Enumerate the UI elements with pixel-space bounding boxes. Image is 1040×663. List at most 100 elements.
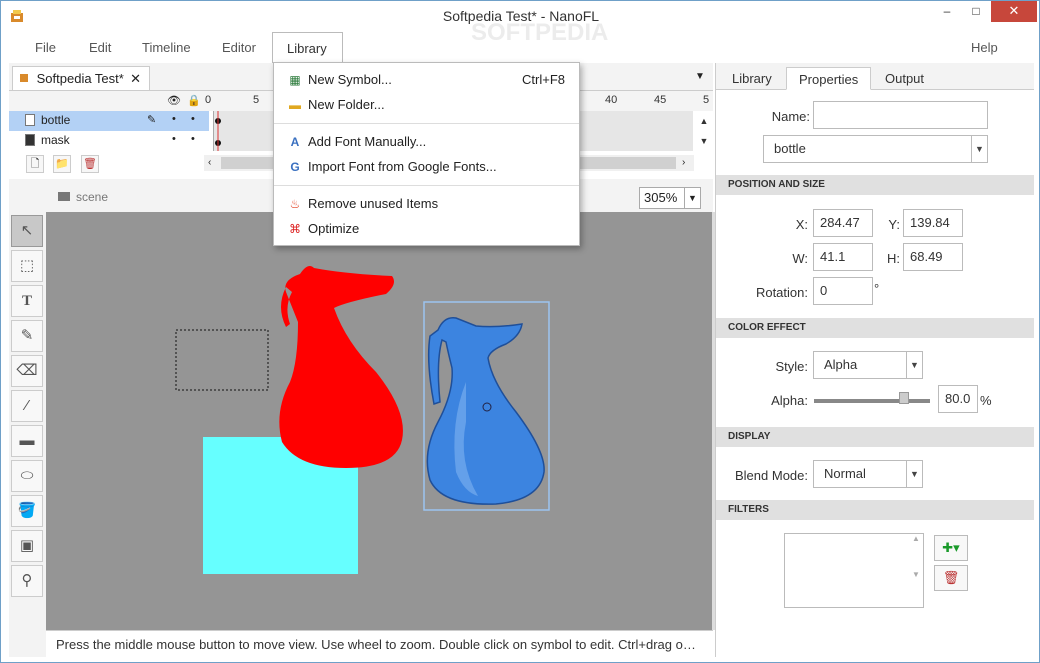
properties-panel: Library Properties Output Name: bottle ▼ … bbox=[715, 63, 1034, 657]
scroll-left-icon[interactable]: ‹ bbox=[208, 155, 211, 171]
menu-separator bbox=[274, 123, 579, 124]
menu-item-new-symbol[interactable]: ▦ New Symbol... Ctrl+F8 bbox=[274, 69, 579, 94]
menu-item-optimize[interactable]: ⌘ Optimize bbox=[274, 218, 579, 243]
menu-item-label: Add Font Manually... bbox=[308, 134, 427, 149]
mask-layer-icon bbox=[25, 134, 35, 146]
menu-timeline[interactable]: Timeline bbox=[128, 32, 205, 63]
pencil-icon[interactable]: ✎ bbox=[147, 113, 156, 126]
delete-filter-icon[interactable]: 🗑 bbox=[934, 565, 968, 591]
filters-scroll[interactable]: ▲ ▼ bbox=[909, 534, 923, 607]
chevron-down-icon: ▼ bbox=[906, 352, 922, 378]
close-tab-icon[interactable]: ✕ bbox=[130, 71, 141, 87]
style-select[interactable]: Alpha ▼ bbox=[813, 351, 923, 379]
panel-tabs: Library Properties Output bbox=[716, 63, 1034, 90]
film-icon: ▦ bbox=[289, 73, 301, 87]
text-tool-icon[interactable]: T bbox=[11, 285, 43, 317]
percent-label: % bbox=[980, 393, 992, 408]
h-label: H: bbox=[887, 251, 900, 266]
google-icon: G bbox=[290, 160, 300, 174]
menu-library[interactable]: Library bbox=[272, 32, 343, 63]
menu-item-shortcut: Ctrl+F8 bbox=[522, 72, 565, 87]
visibility-dot[interactable]: • bbox=[172, 113, 176, 125]
chevron-down-icon: ▼ bbox=[906, 461, 922, 487]
tab-library[interactable]: Library bbox=[720, 67, 784, 90]
h-input[interactable]: 68.49 bbox=[903, 243, 963, 271]
fill-tool-icon[interactable]: 🪣 bbox=[11, 495, 43, 527]
alpha-input[interactable]: 80.0 bbox=[938, 385, 978, 413]
eye-icon[interactable]: 👁 bbox=[167, 94, 181, 107]
dotted-selection-rect bbox=[175, 329, 269, 391]
style-label: Style: bbox=[775, 359, 808, 374]
x-input[interactable]: 284.47 bbox=[813, 209, 873, 237]
y-input[interactable]: 139.84 bbox=[903, 209, 963, 237]
alpha-slider-knob[interactable] bbox=[899, 392, 909, 404]
line-tool-icon[interactable]: ⁄ bbox=[11, 390, 43, 422]
layer-name: bottle bbox=[41, 113, 71, 127]
add-filter-button[interactable]: ✚▾ bbox=[934, 535, 968, 561]
frame-tick: 5 bbox=[703, 94, 710, 106]
frame-tick: 5 bbox=[253, 94, 260, 106]
eraser-tool-icon[interactable]: ⌫ bbox=[11, 355, 43, 387]
layer-row-mask[interactable]: mask • • bbox=[9, 131, 209, 151]
gradient-tool-icon[interactable]: ▣ bbox=[11, 530, 43, 562]
zoom-select[interactable]: 305% ▼ bbox=[639, 187, 701, 209]
folder-icon: ▬ bbox=[289, 98, 301, 112]
rotation-label: Rotation: bbox=[755, 285, 808, 300]
name-input[interactable] bbox=[813, 101, 988, 129]
tab-output[interactable]: Output bbox=[873, 67, 936, 90]
tab-properties[interactable]: Properties bbox=[786, 67, 872, 90]
menu-editor[interactable]: Editor bbox=[208, 32, 270, 63]
document-icon bbox=[20, 74, 28, 82]
rectangle-tool-icon[interactable]: ▬ bbox=[11, 425, 43, 457]
optimize-icon: ⌘ bbox=[289, 222, 301, 236]
w-input[interactable]: 41.1 bbox=[813, 243, 873, 271]
zoom-value: 305% bbox=[644, 190, 678, 205]
frame-tick: 45 bbox=[654, 94, 667, 106]
symbol-select[interactable]: bottle ▼ bbox=[763, 135, 988, 163]
lock-dot[interactable]: • bbox=[191, 113, 195, 125]
scene-label[interactable]: scene bbox=[76, 190, 108, 204]
font-icon: A bbox=[290, 135, 300, 149]
pencil-tool-icon[interactable]: ✎ bbox=[11, 320, 43, 352]
layer-row-bottle[interactable]: bottle ✎ • • bbox=[9, 111, 209, 131]
eyedropper-tool-icon[interactable]: ⚲ bbox=[11, 565, 43, 597]
document-tab[interactable]: Softpedia Test* ✕ bbox=[12, 66, 150, 90]
blend-mode-select[interactable]: Normal ▼ bbox=[813, 460, 923, 488]
frame-scroll[interactable]: ▲ ▼ bbox=[695, 111, 713, 151]
new-folder-icon[interactable]: 📁 bbox=[53, 155, 71, 173]
lock-dot[interactable]: • bbox=[191, 133, 195, 145]
menu-item-label: New Symbol... bbox=[308, 72, 392, 87]
menu-edit[interactable]: Edit bbox=[75, 32, 125, 63]
delete-layer-icon[interactable]: 🗑 bbox=[81, 155, 99, 173]
stage-canvas[interactable] bbox=[46, 212, 713, 630]
menu-item-new-folder[interactable]: ▬ New Folder... bbox=[274, 94, 579, 119]
blend-mode-label: Blend Mode: bbox=[735, 468, 808, 483]
w-label: W: bbox=[792, 251, 808, 266]
blend-mode-value: Normal bbox=[824, 466, 866, 481]
minimize-button[interactable]: – bbox=[933, 1, 961, 22]
menu-file[interactable]: File bbox=[21, 32, 70, 63]
tools-panel: ↖ ⬚ T ✎ ⌫ ⁄ ▬ ⬭ 🪣 ▣ ⚲ bbox=[9, 212, 46, 657]
tab-menu-arrow-icon[interactable]: ▼ bbox=[695, 71, 705, 82]
select-tool-icon[interactable]: ↖ bbox=[11, 215, 43, 247]
new-layer-icon[interactable]: 🗋 bbox=[26, 155, 44, 173]
scroll-right-icon[interactable]: › bbox=[682, 155, 685, 171]
menu-item-label: Optimize bbox=[308, 221, 360, 236]
menu-item-add-font[interactable]: A Add Font Manually... bbox=[274, 131, 579, 156]
ellipse-tool-icon[interactable]: ⬭ bbox=[11, 460, 43, 492]
flame-icon: ♨ bbox=[289, 197, 301, 211]
document-tab-label: Softpedia Test* bbox=[36, 71, 124, 86]
name-label: Name: bbox=[771, 109, 810, 124]
maximize-button[interactable]: □ bbox=[962, 1, 990, 22]
menu-item-google-fonts[interactable]: G Import Font from Google Fonts... bbox=[274, 156, 579, 181]
camera-icon bbox=[58, 192, 70, 201]
menu-help[interactable]: Help bbox=[957, 32, 1012, 63]
menu-item-remove-unused[interactable]: ♨ Remove unused Items bbox=[274, 193, 579, 218]
alpha-slider[interactable] bbox=[814, 392, 930, 404]
transform-tool-icon[interactable]: ⬚ bbox=[11, 250, 43, 282]
filters-list[interactable]: ▲ ▼ bbox=[784, 533, 924, 608]
lock-icon[interactable]: 🔒 bbox=[187, 94, 201, 107]
rotation-input[interactable]: 0 bbox=[813, 277, 873, 305]
close-button[interactable]: ✕ bbox=[991, 1, 1037, 22]
visibility-dot[interactable]: • bbox=[172, 133, 176, 145]
